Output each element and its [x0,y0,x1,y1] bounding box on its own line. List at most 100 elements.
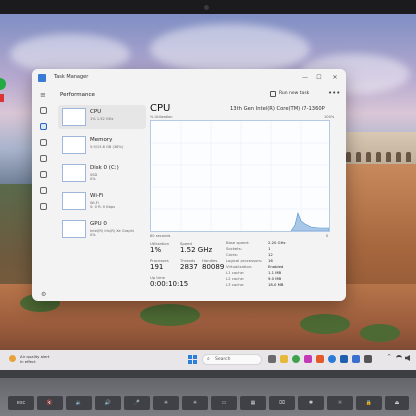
more-options-button[interactable]: ••• [328,89,340,97]
users-icon[interactable] [40,171,47,178]
graph-svg [151,121,330,232]
run-task-icon[interactable] [270,91,276,97]
function-key[interactable]: 🔇 [37,396,63,410]
perf-item-sub: Wi-Fi S: 0 R: 0 Kbps [90,201,116,209]
processes-icon[interactable] [40,107,47,114]
task-view-icon[interactable] [268,355,276,363]
perf-item-sub: Intel(R) Iris(R) Xe Graphi 0% [90,229,134,237]
kv-label: Sockets: [226,246,242,251]
edge-icon[interactable] [328,355,336,363]
sidebar-nav [32,103,54,301]
kv-label: Logical processors: [226,258,263,263]
detail-title: CPU [150,103,171,114]
file-explorer-icon[interactable] [280,355,288,363]
kv-label: L1 cache: [226,270,245,275]
mail-icon[interactable] [340,355,348,363]
perf-item-memory[interactable]: Memory 5.9/15.6 GB (38%) [58,133,146,157]
minimize-button[interactable]: — [298,72,312,84]
function-key[interactable]: ▦ [240,396,266,410]
function-key[interactable]: 🔒 [356,396,382,410]
copilot-icon[interactable] [304,355,312,363]
graph-axis-max: 100% [324,115,335,119]
app-history-icon[interactable] [40,139,47,146]
function-key[interactable]: 🎤 [124,396,150,410]
hamburger-menu-icon[interactable]: ≡ [40,91,48,99]
taskbar-search[interactable]: ⌕ Search [202,354,262,365]
perf-item-wifi[interactable]: Wi-Fi Wi-Fi S: 0 R: 0 Kbps [58,189,146,213]
settings-gear-icon[interactable]: ⚙ [41,291,46,298]
kv-label: Base speed: [226,240,250,245]
store-icon[interactable] [316,355,324,363]
startup-apps-icon[interactable] [40,155,47,162]
perf-item-cpu[interactable]: CPU 1% 1.52 GHz [58,105,146,129]
wallpaper-cloud [150,24,310,74]
close-button[interactable]: ✕ [328,72,342,84]
perf-item-sub: 5.9/15.6 GB (38%) [90,145,124,149]
kv-value: 16 [268,258,273,263]
perf-item-name: CPU [90,109,102,115]
function-key[interactable]: ☀ [182,396,208,410]
kv-value: 18.0 MB [268,282,284,287]
volume-icon[interactable] [405,355,410,361]
chevron-up-icon[interactable]: ^ [387,354,391,360]
weather-widget[interactable]: Air quality alert In effect [20,354,80,364]
details-icon[interactable] [40,187,47,194]
windows-start-icon[interactable] [188,355,197,364]
handles-value: 80089 [202,263,225,271]
search-placeholder: Search [215,357,231,362]
perf-item-gpu[interactable]: GPU 0 Intel(R) Iris(R) Xe Graphi 0% [58,217,146,241]
taskbar: Air quality alert In effect ⌕ Search ^ [0,350,416,370]
chrome-icon[interactable] [292,355,300,363]
function-key[interactable]: 🔉 [66,396,92,410]
wifi-icon[interactable] [396,355,402,361]
function-key[interactable]: ☀ [153,396,179,410]
function-key[interactable]: esc [8,396,34,410]
services-icon[interactable] [40,203,47,210]
disk-thumbnail-graph [62,164,86,182]
wallpaper-bush [300,314,350,334]
wallpaper-cloud [10,34,130,74]
kv-value: 1.1 MB [268,270,282,275]
air-quality-status: In effect [20,359,36,364]
maximize-button[interactable]: ☐ [312,72,326,84]
kv-label: Cores: [226,252,239,257]
graph-axis-label: % Utilization [150,115,173,119]
performance-icon[interactable] [40,123,47,130]
function-key[interactable]: ⌧ [269,396,295,410]
task-manager-window: Task Manager — ☐ ✕ ≡ Performance Run new… [32,69,346,301]
laptop-bezel [0,0,416,14]
perf-item-name: Wi-Fi [90,193,104,199]
cpu-usage-trace [290,211,330,232]
kv-value: Enabled [268,264,284,269]
perf-item-name: GPU 0 [90,221,107,227]
terminal-icon[interactable] [364,355,372,363]
cpu-model: 13th Gen Intel(R) Core(TM) i7-1360P [230,106,325,112]
cpu-thumbnail-graph [62,108,86,126]
function-key[interactable]: ▭ [211,396,237,410]
run-new-task-button[interactable]: Run new task [279,91,309,96]
page-header: ≡ Performance Run new task ••• [32,87,346,103]
kv-value: 9.0 MB [268,276,282,281]
wifi-thumbnail-graph [62,192,86,210]
desktop-app-icon[interactable] [0,94,4,102]
cpu-detail-panel: CPU 13th Gen Intel(R) Core(TM) i7-1360P … [150,103,342,301]
function-key[interactable]: ☼ [327,396,353,410]
hinge [0,370,416,378]
task-manager-taskbar-icon[interactable] [352,355,360,363]
window-title: Task Manager [54,74,89,80]
perf-item-disk[interactable]: Disk 0 (C:) SSD 0% [58,161,146,185]
function-key[interactable]: 🔊 [95,396,121,410]
function-key[interactable]: ✱ [298,396,324,410]
desktop-app-icon[interactable] [0,78,6,90]
gpu-thumbnail-graph [62,220,86,238]
weather-alert-icon[interactable] [9,355,16,362]
wallpaper-bush [360,324,400,342]
kv-label: Virtualization: [226,264,253,269]
title-bar[interactable]: Task Manager — ☐ ✕ [32,69,346,87]
memory-thumbnail-graph [62,136,86,154]
function-key[interactable]: ⏏ [385,396,409,410]
performance-list: CPU 1% 1.52 GHz Memory 5.9/15.6 GB (38%)… [56,103,148,301]
cpu-utilization-graph [150,120,330,232]
processes-value: 191 [150,263,164,271]
kv-label: L2 cache: [226,276,245,281]
